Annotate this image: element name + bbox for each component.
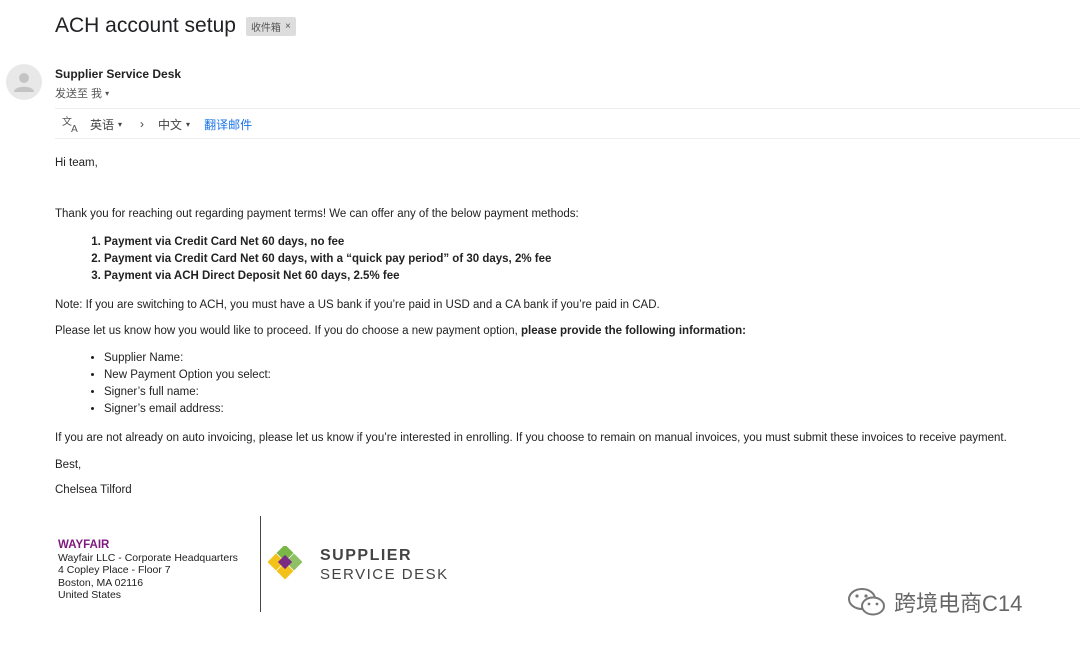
list-item: Supplier Name:	[104, 350, 271, 367]
ach-note: Note: If you are switching to ACH, you m…	[55, 299, 660, 311]
closing: Best,	[55, 459, 82, 471]
invoicing-paragraph: If you are not already on auto invoicing…	[55, 432, 1007, 444]
person-icon	[14, 73, 34, 92]
chevron-down-icon: ▾	[105, 88, 110, 98]
remove-label-icon[interactable]: ×	[285, 21, 291, 32]
source-language-label: 英语	[90, 117, 115, 132]
watermark-text: 跨境电商C14	[894, 591, 1023, 616]
signature-address: WAYFAIR Wayfair LLC - Corporate Headquar…	[58, 539, 238, 602]
list-item: Payment via Credit Card Net 60 days, wit…	[104, 251, 551, 268]
target-language-select[interactable]: 中文 ▾	[158, 116, 190, 133]
inbox-label-text: 收件箱	[250, 22, 281, 34]
translate-bar: 文 A 英语 ▾ › 中文 ▾ 翻译邮件	[62, 114, 252, 134]
list-item: Payment via ACH Direct Deposit Net 60 da…	[104, 268, 551, 285]
supplier-service-desk-logo-icon	[268, 546, 302, 580]
proceed-emphasis: please provide the following information…	[521, 325, 746, 337]
supplier-service-desk-logo-text: SUPPLIER SERVICE DESK	[320, 546, 449, 584]
company-name: WAYFAIR	[58, 539, 110, 551]
intro-paragraph: Thank you for reaching out regarding pay…	[55, 208, 579, 220]
list-item: New Payment Option you select:	[104, 367, 271, 384]
chevron-right-icon: ›	[140, 117, 145, 131]
divider	[55, 108, 1080, 109]
list-item: Signer’s full name:	[104, 384, 271, 401]
address-line: United States	[58, 589, 122, 601]
translate-icon: 文 A	[62, 115, 78, 133]
list-item: Payment via Credit Card Net 60 days, no …	[104, 234, 551, 251]
list-item: Signer’s email address:	[104, 401, 271, 418]
sender-name[interactable]: Supplier Service Desk	[55, 67, 181, 81]
logo-line-2: SERVICE DESK	[320, 566, 449, 583]
divider	[55, 138, 1080, 139]
inbox-label-chip[interactable]: 收件箱 ×	[245, 16, 296, 36]
signature-divider	[260, 516, 261, 612]
chevron-down-icon: ▾	[186, 119, 191, 129]
greeting: Hi team,	[55, 157, 98, 169]
email-subject: ACH account setup	[55, 14, 236, 37]
payment-options-list: Payment via Credit Card Net 60 days, no …	[55, 234, 551, 285]
proceed-paragraph: Please let us know how you would like to…	[55, 325, 746, 337]
translate-message-link[interactable]: 翻译邮件	[204, 116, 252, 133]
wechat-icon	[848, 588, 885, 616]
signer-name: Chelsea Tilford	[55, 484, 132, 496]
required-info-list: Supplier Name: New Payment Option you se…	[55, 350, 271, 418]
recipient-details-toggle[interactable]: 发送至 我 ▾	[55, 85, 109, 101]
svg-text:A: A	[71, 124, 78, 133]
chevron-down-icon: ▾	[118, 119, 123, 129]
sender-avatar[interactable]	[6, 64, 42, 100]
subject-row: ACH account setup 收件箱 ×	[55, 14, 296, 38]
proceed-text: Please let us know how you would like to…	[55, 325, 522, 337]
address-line: 4 Copley Place - Floor 7	[58, 564, 171, 576]
address-line: Boston, MA 02116	[58, 576, 144, 589]
source-language-select[interactable]: 英语 ▾	[90, 116, 122, 133]
address-line: Wayfair LLC - Corporate Headquarters	[58, 551, 238, 564]
watermark: 跨境电商C14	[846, 585, 1022, 619]
logo-line-1: SUPPLIER	[320, 547, 413, 564]
target-language-label: 中文	[158, 117, 183, 132]
sent-to-text: 发送至 我	[55, 88, 103, 100]
